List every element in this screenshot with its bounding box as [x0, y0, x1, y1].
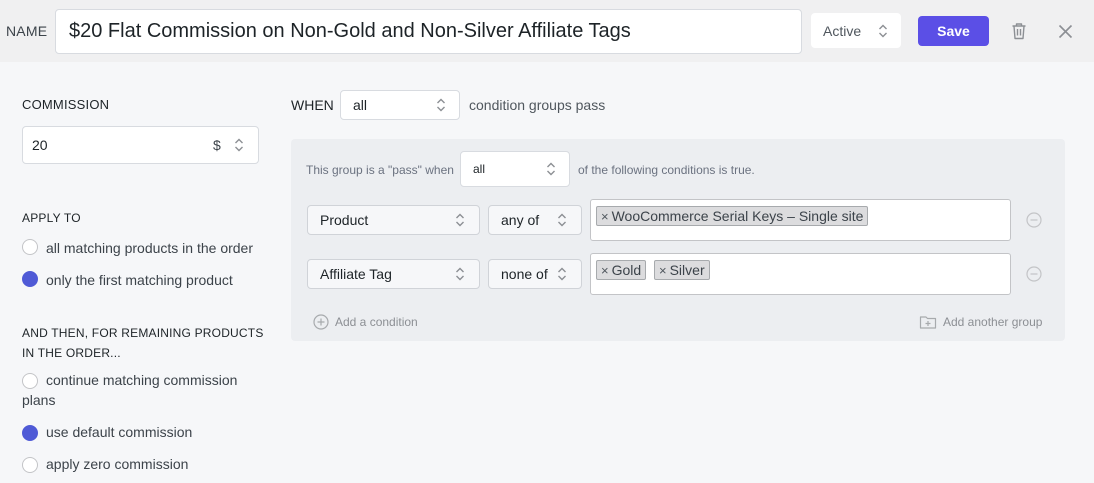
chevron-updown-icon: [437, 98, 445, 112]
remove-tag-icon[interactable]: ×: [601, 209, 609, 224]
remove-condition-icon[interactable]: [1026, 266, 1042, 282]
condition-operator-value: none of: [501, 266, 548, 282]
condition-field-select[interactable]: Product: [307, 205, 480, 235]
and-then-option-continue-wrap: plans: [22, 390, 55, 410]
chevron-updown-icon: [456, 267, 464, 281]
delete-button[interactable]: [1009, 21, 1029, 41]
group-prefix: This group is a "pass" when: [306, 163, 454, 177]
radio-label: use default commission: [46, 424, 193, 440]
apply-to-option-all[interactable]: all matching products in the order: [22, 238, 253, 258]
radio-label: all matching products in the order: [46, 240, 253, 256]
remove-tag-icon[interactable]: ×: [659, 263, 667, 278]
chevron-updown-icon[interactable]: [234, 137, 244, 153]
rule-header: NAME $20 Flat Commission on Non-Gold and…: [0, 0, 1094, 62]
group-match-select[interactable]: all: [460, 151, 570, 187]
condition-field-value: Product: [320, 212, 369, 228]
condition-field-value: Affiliate Tag: [320, 266, 392, 282]
tag-chip[interactable]: × Silver: [654, 260, 710, 280]
name-label: NAME: [6, 23, 48, 39]
and-then-option-continue[interactable]: continue matching commission: [22, 370, 237, 390]
radio-button[interactable]: [22, 239, 38, 255]
when-select-value: all: [353, 97, 368, 113]
group-suffix: of the following conditions is true.: [578, 163, 755, 177]
apply-to-option-first[interactable]: only the first matching product: [22, 270, 233, 290]
rule-name-value: $20 Flat Commission on Non-Gold and Non-…: [69, 20, 631, 42]
tag-label: Gold: [611, 262, 642, 278]
radio-button[interactable]: [22, 457, 38, 473]
and-then-option-zero[interactable]: apply zero commission: [22, 454, 188, 474]
chevron-updown-icon: [456, 213, 464, 227]
tag-label: WooCommerce Serial Keys – Single site: [611, 208, 864, 224]
condition-group: This group is a "pass" when all of the f…: [291, 139, 1065, 341]
tag-label: Silver: [669, 262, 705, 278]
condition-operator-select[interactable]: none of: [488, 259, 582, 289]
condition-values-input[interactable]: × WooCommerce Serial Keys – Single site: [590, 199, 1011, 241]
tag-chip[interactable]: × WooCommerce Serial Keys – Single site: [596, 206, 869, 226]
remove-tag-icon[interactable]: ×: [601, 263, 609, 278]
when-label: WHEN: [291, 97, 334, 113]
add-group-label: Add another group: [943, 315, 1043, 329]
radio-button-checked[interactable]: [22, 271, 38, 287]
radio-button-checked[interactable]: [22, 425, 38, 441]
close-icon: [1058, 24, 1072, 38]
radio-label: plans: [22, 392, 56, 408]
close-button[interactable]: [1055, 21, 1075, 41]
and-then-label-line: AND THEN, FOR REMAINING PRODUCTS: [22, 326, 264, 340]
add-group-link[interactable]: Add another group: [919, 314, 1042, 330]
when-select[interactable]: all: [340, 90, 460, 120]
and-then-label: AND THEN, FOR REMAINING PRODUCTS IN THE …: [22, 323, 264, 363]
commission-value: 20: [32, 137, 48, 153]
tag-chip[interactable]: × Gold: [596, 260, 647, 280]
when-suffix: condition groups pass: [469, 97, 606, 113]
radio-label: only the first matching product: [46, 272, 233, 288]
radio-button[interactable]: [22, 373, 38, 389]
commission-label: COMMISSION: [22, 97, 110, 112]
chevron-updown-icon: [558, 267, 566, 281]
and-then-option-default[interactable]: use default commission: [22, 422, 192, 442]
chevron-updown-icon: [547, 162, 555, 176]
condition-operator-value: any of: [501, 212, 540, 228]
remove-condition-icon[interactable]: [1026, 212, 1042, 228]
rule-name-input[interactable]: $20 Flat Commission on Non-Gold and Non-…: [55, 9, 802, 54]
add-condition-label: Add a condition: [335, 315, 418, 329]
status-select[interactable]: Active: [811, 13, 901, 48]
status-value: Active: [823, 22, 862, 39]
commission-input[interactable]: 20: [22, 126, 259, 164]
apply-to-label: APPLY TO: [22, 211, 81, 225]
trash-icon: [1012, 23, 1026, 40]
condition-field-select[interactable]: Affiliate Tag: [307, 259, 480, 289]
folder-plus-icon: [919, 316, 937, 329]
condition-operator-select[interactable]: any of: [488, 205, 582, 235]
chevron-updown-icon: [879, 24, 887, 38]
chevron-updown-icon: [558, 213, 566, 227]
save-button[interactable]: Save: [918, 16, 989, 46]
condition-values-input[interactable]: × Gold × Silver: [590, 253, 1011, 295]
radio-label: continue matching commission: [46, 372, 238, 388]
plus-circle-icon: [313, 314, 329, 330]
add-condition-link[interactable]: Add a condition: [313, 314, 418, 330]
radio-label: apply zero commission: [46, 456, 189, 472]
and-then-label-line: IN THE ORDER...: [22, 346, 121, 360]
group-match-value: all: [473, 162, 486, 176]
currency-label: $: [213, 137, 221, 153]
